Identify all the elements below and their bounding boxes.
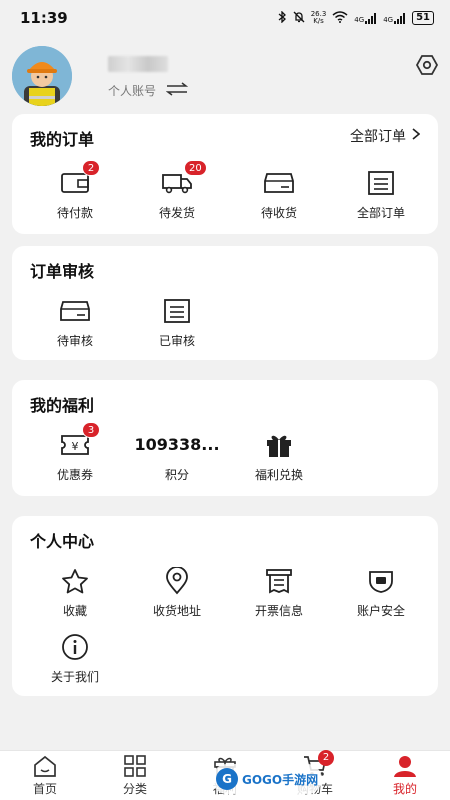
all-orders-link-label: 全部订单 <box>350 129 406 145</box>
menu-about[interactable]: 关于我们 <box>24 632 126 685</box>
list-icon <box>160 296 194 326</box>
order-review-card: 订单审核 待审核 已审核 <box>12 246 438 360</box>
order-pending-receipt-label: 待收货 <box>260 206 297 220</box>
personal-center-title: 个人中心 <box>30 532 95 551</box>
wallet-icon: 2 <box>58 160 100 198</box>
site-watermark: G GOGO手游网 <box>212 764 322 794</box>
personal-center-grid-row2: 关于我们 <box>24 632 450 685</box>
net-speed-unit: K/s <box>313 17 324 25</box>
box-icon <box>262 168 296 198</box>
truck-icon: 20 <box>160 160 207 198</box>
status-icons: 26.3 K/s 4G 4G 51 <box>278 9 434 26</box>
order-pending-payment[interactable]: 2 待付款 <box>24 160 126 221</box>
profile-header: 个人账号 <box>0 44 450 108</box>
watermark-text: GOGO手游网 <box>242 772 319 787</box>
signal-icon-2: 4G <box>383 12 406 24</box>
settings-icon[interactable] <box>414 52 440 78</box>
box-icon <box>58 296 92 326</box>
bluetooth-icon <box>278 9 287 26</box>
pending-payment-badge: 2 <box>82 160 100 176</box>
signal-icon-1: 4G <box>354 12 377 24</box>
chevron-right-icon <box>412 128 421 144</box>
person-icon <box>392 754 418 778</box>
benefit-coupons[interactable]: ¥ 3 优惠券 <box>24 422 126 483</box>
points-label: 积分 <box>164 468 189 482</box>
coupon-label: 优惠券 <box>56 468 93 482</box>
tab-category-label: 分类 <box>122 782 147 796</box>
watermark-logo-icon: G <box>216 768 238 790</box>
svg-text:¥: ¥ <box>72 440 79 453</box>
status-time: 11:39 <box>20 9 68 27</box>
review-pending[interactable]: 待审核 <box>24 296 126 349</box>
favorites-label: 收藏 <box>62 604 87 618</box>
list-icon <box>364 168 398 198</box>
coupon-icon: ¥ 3 <box>58 422 100 460</box>
personal-center-grid-row1: 收藏 收货地址 开票信息 账户安全 <box>24 566 450 619</box>
wifi-icon <box>332 10 348 26</box>
order-pending-payment-label: 待付款 <box>56 206 93 220</box>
location-icon <box>160 566 194 596</box>
mute-bell-icon <box>293 11 305 26</box>
order-all[interactable]: 全部订单 <box>330 168 432 221</box>
all-orders-link[interactable]: 全部订单 <box>350 126 421 146</box>
invoice-label: 开票信息 <box>254 604 303 618</box>
benefit-points[interactable]: 109338... 积分 <box>126 430 228 483</box>
invoice-icon <box>262 566 296 596</box>
about-label: 关于我们 <box>50 670 99 684</box>
status-bar: 11:39 26.3 K/s 4G 4G 51 <box>0 0 450 36</box>
tab-home[interactable]: 首页 <box>0 751 90 800</box>
order-review-title: 订单审核 <box>30 262 95 281</box>
shield-icon <box>364 566 398 596</box>
account-switch[interactable]: 个人账号 <box>108 82 189 99</box>
review-done-label: 已审核 <box>158 334 195 348</box>
my-orders-title: 我的订单 <box>30 130 95 149</box>
tab-mine[interactable]: 我的 <box>360 751 450 800</box>
signal-label-2: 4G <box>383 15 394 24</box>
menu-invoice[interactable]: 开票信息 <box>228 566 330 619</box>
my-orders-card: 我的订单 全部订单 2 待付款 20 待发货 待收货 全部订单 <box>12 114 438 234</box>
address-label: 收货地址 <box>152 604 201 618</box>
worker-avatar-icon <box>12 46 72 106</box>
review-pending-label: 待审核 <box>56 334 93 348</box>
grid-icon <box>122 754 148 778</box>
account-label: 个人账号 <box>108 84 157 98</box>
order-all-label: 全部订单 <box>356 206 405 220</box>
benefit-exchange[interactable]: 福利兑换 <box>228 430 330 483</box>
star-icon <box>58 566 92 596</box>
order-pending-receipt[interactable]: 待收货 <box>228 168 330 221</box>
order-pending-shipment-label: 待发货 <box>158 206 195 220</box>
pending-shipment-badge: 20 <box>184 160 207 176</box>
my-benefits-grid: ¥ 3 优惠券 109338... 积分 福利兑换 <box>24 422 450 483</box>
avatar[interactable] <box>12 46 72 106</box>
info-icon <box>58 632 92 662</box>
swap-arrows-icon <box>165 82 189 99</box>
tab-category[interactable]: 分类 <box>90 751 180 800</box>
menu-favorites[interactable]: 收藏 <box>24 566 126 619</box>
tab-home-label: 首页 <box>32 782 57 796</box>
security-label: 账户安全 <box>356 604 405 618</box>
my-benefits-card: 我的福利 ¥ 3 优惠券 109338... 积分 福利兑换 <box>12 380 438 496</box>
order-review-grid: 待审核 已审核 <box>24 296 450 349</box>
my-orders-grid: 2 待付款 20 待发货 待收货 全部订单 <box>24 160 450 221</box>
order-pending-shipment[interactable]: 20 待发货 <box>126 160 228 221</box>
coupon-badge: 3 <box>82 422 100 438</box>
menu-address[interactable]: 收货地址 <box>126 566 228 619</box>
cart-badge: 2 <box>318 750 334 766</box>
tab-mine-label: 我的 <box>392 782 417 796</box>
home-icon <box>32 754 58 778</box>
review-done[interactable]: 已审核 <box>126 296 228 349</box>
username-masked <box>108 56 168 72</box>
battery-indicator: 51 <box>412 11 434 25</box>
gift-icon <box>262 430 296 460</box>
net-speed: 26.3 K/s <box>311 11 327 25</box>
personal-center-card: 个人中心 收藏 收货地址 开票信息 账户安全 关于我们 <box>12 516 438 696</box>
points-value: 109338... <box>134 435 220 454</box>
signal-label-1: 4G <box>354 15 365 24</box>
exchange-label: 福利兑换 <box>254 468 303 482</box>
my-benefits-title: 我的福利 <box>30 396 95 415</box>
menu-security[interactable]: 账户安全 <box>330 566 432 619</box>
